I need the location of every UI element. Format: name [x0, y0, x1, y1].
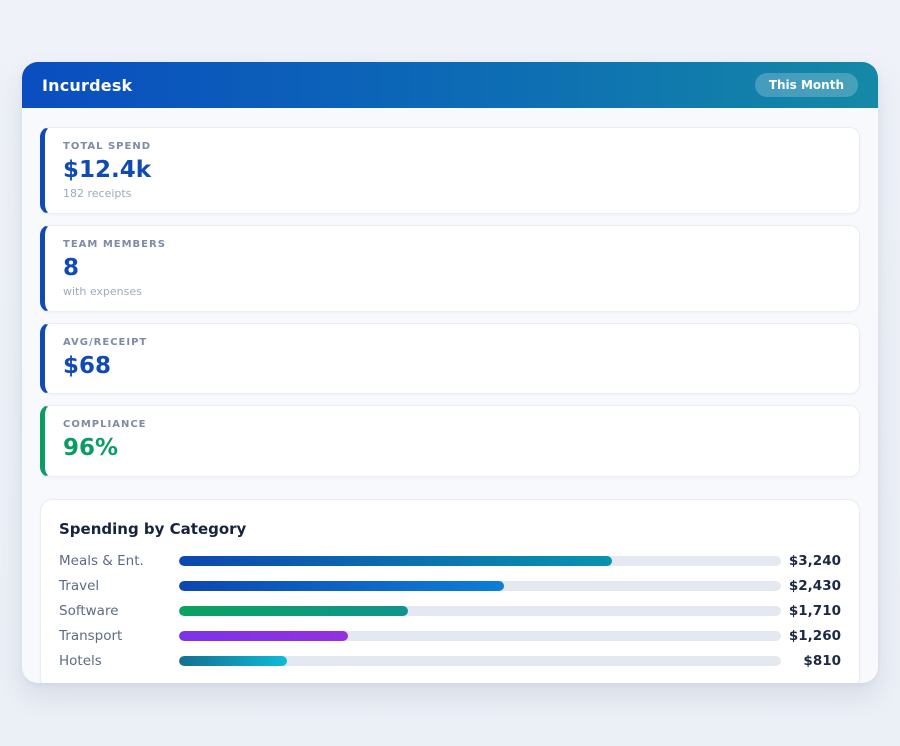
bar-fill [179, 581, 504, 591]
stat-value: $68 [63, 352, 841, 381]
stat-subtitle: 182 receipts [63, 187, 841, 200]
chart-row-label: Travel [59, 578, 179, 594]
chart-row: Software $1,710 [59, 598, 841, 623]
chart-row-value: $1,260 [781, 628, 841, 644]
stat-card: TEAM MEMBERS 8 with expenses [40, 225, 860, 312]
chart-row-label: Hotels [59, 653, 179, 669]
chart-rows: Meals & Ent. $3,240 Travel $2,430 Softwa… [59, 548, 841, 673]
stat-card: TOTAL SPEND $12.4k 182 receipts [40, 127, 860, 214]
chart-row: Transport $1,260 [59, 623, 841, 648]
chart-row-label: Meals & Ent. [59, 553, 179, 569]
chart-row-value: $3,240 [781, 553, 841, 569]
bar-fill [179, 556, 612, 566]
stat-label: COMPLIANCE [63, 419, 841, 430]
bar-fill [179, 656, 287, 666]
chart-row-label: Software [59, 603, 179, 619]
app-header: Incurdesk This Month [22, 62, 878, 108]
chart-row: Hotels $810 [59, 648, 841, 673]
bar-track [179, 556, 781, 566]
stat-card: AVG/RECEIPT $68 [40, 323, 860, 395]
bar-track [179, 606, 781, 616]
bar-fill [179, 631, 348, 641]
bar-track [179, 656, 781, 666]
chart-title: Spending by Category [59, 520, 841, 538]
stats-list: TOTAL SPEND $12.4k 182 receipts TEAM MEM… [40, 127, 860, 477]
stat-subtitle: with expenses [63, 285, 841, 298]
stat-value: 96% [63, 434, 841, 463]
dashboard-card: Incurdesk This Month TOTAL SPEND $12.4k … [22, 62, 878, 683]
dashboard-body: TOTAL SPEND $12.4k 182 receipts TEAM MEM… [22, 108, 878, 683]
chart-row: Meals & Ent. $3,240 [59, 548, 841, 573]
stat-label: TOTAL SPEND [63, 141, 841, 152]
stat-label: AVG/RECEIPT [63, 337, 841, 348]
chart-row-value: $810 [781, 653, 841, 669]
chart-row-value: $1,710 [781, 603, 841, 619]
bar-track [179, 631, 781, 641]
stat-value: 8 [63, 254, 841, 283]
stat-value: $12.4k [63, 156, 841, 185]
chart-row-label: Transport [59, 628, 179, 644]
period-badge[interactable]: This Month [755, 73, 858, 97]
bar-track [179, 581, 781, 591]
stat-label: TEAM MEMBERS [63, 239, 841, 250]
chart-row-value: $2,430 [781, 578, 841, 594]
chart-row: Travel $2,430 [59, 573, 841, 598]
app-title: Incurdesk [42, 76, 132, 95]
stat-card: COMPLIANCE 96% [40, 405, 860, 477]
bar-fill [179, 606, 408, 616]
spending-chart-card: Spending by Category Meals & Ent. $3,240… [40, 499, 860, 683]
